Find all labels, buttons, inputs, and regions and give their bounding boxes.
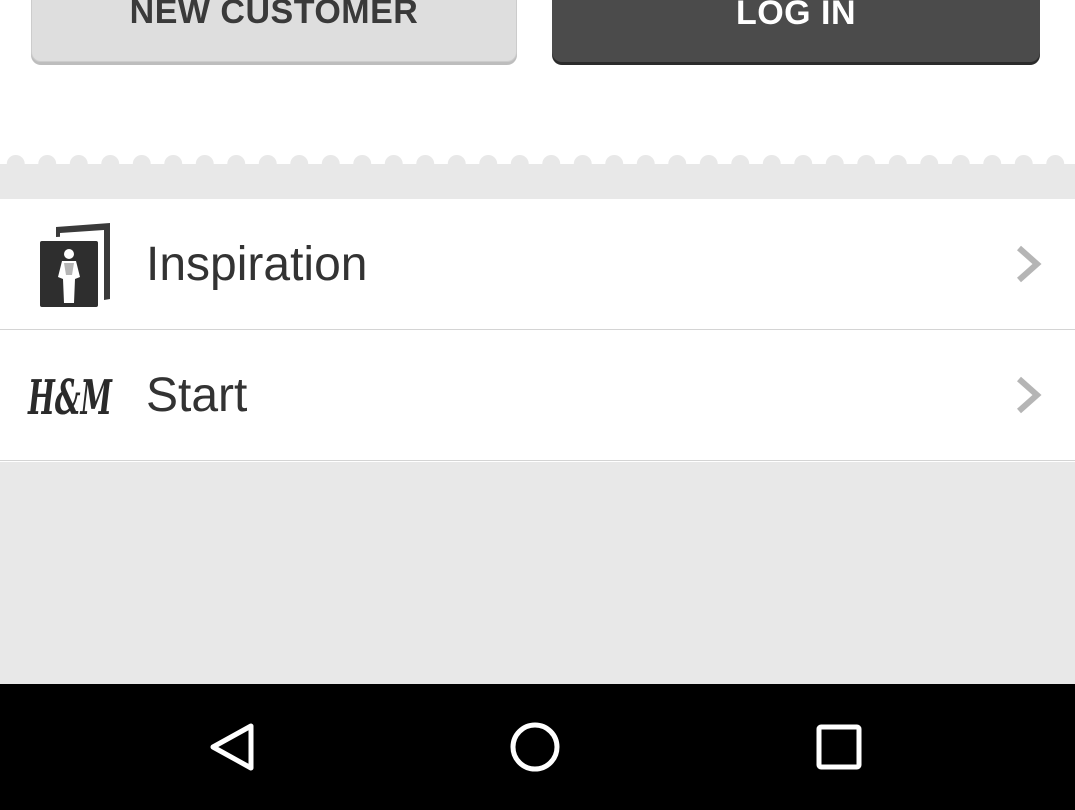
menu-item-start[interactable]: H&M Start (0, 330, 1075, 461)
recent-apps-square-icon[interactable] (804, 712, 874, 782)
new-customer-button[interactable]: NEW CUSTOMER (31, 0, 517, 62)
scalloped-divider (0, 152, 1075, 200)
log-in-label: LOG IN (735, 0, 857, 32)
menu-item-inspiration[interactable]: Inspiration (0, 199, 1075, 330)
menu-label-inspiration: Inspiration (146, 238, 368, 291)
svg-text:H&M: H&M (27, 370, 113, 426)
home-circle-icon[interactable] (500, 712, 570, 782)
empty-background-area (0, 462, 1075, 684)
inspiration-cards-icon (26, 221, 116, 311)
hm-logo-icon: H&M (26, 352, 116, 442)
new-customer-label: NEW CUSTOMER (129, 0, 419, 31)
chevron-right-icon (1017, 376, 1042, 414)
log-in-button[interactable]: LOG IN (552, 0, 1040, 62)
system-navigation-bar (0, 684, 1075, 810)
back-triangle-icon[interactable] (199, 712, 269, 782)
menu-label-start: Start (146, 369, 248, 422)
chevron-right-icon (1017, 245, 1042, 283)
